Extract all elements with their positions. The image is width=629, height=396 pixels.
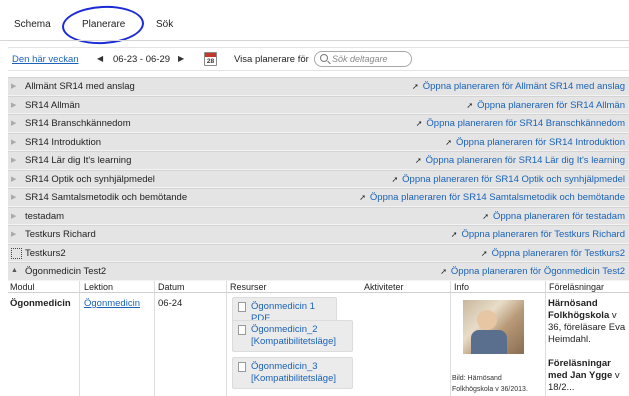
open-arrow-icon: ➚ [359, 193, 366, 202]
this-week-link[interactable]: Den här veckan [12, 54, 79, 65]
planner-name: Testkurs Richard [25, 229, 96, 240]
search-placeholder: Sök deltagare [332, 54, 388, 64]
planner-name: SR14 Optik och synhjälpmedel [25, 173, 155, 185]
planner-name: Ögonmedicin Test2 [25, 266, 107, 277]
expand-icon[interactable]: ▶ [11, 193, 16, 201]
open-arrow-icon: ➚ [466, 100, 474, 110]
planner-list: ▶ Allmänt SR14 med anslag ➚ Öppna planera… [8, 77, 629, 281]
info-photo [463, 300, 524, 354]
resource-link[interactable]: Ögonmedicin_2 [Kompatibilitetsläge] [232, 320, 353, 352]
expand-icon[interactable]: ▶ [11, 230, 16, 238]
column-divider [226, 281, 227, 396]
planner-row[interactable]: ▶ SR14 Introduktion ➚ Öppna planeraren fö… [8, 132, 629, 151]
tab-divider [0, 40, 629, 41]
open-arrow-icon: ➚ [440, 267, 447, 276]
column-divider [450, 281, 451, 396]
search-icon [320, 54, 328, 62]
lektion-link[interactable]: Ögonmedicin [84, 298, 140, 309]
document-icon [238, 302, 246, 312]
lectures-cell: Härnösand Folkhögskola v 36, föreläsare … [548, 298, 626, 393]
info-caption: Bild: Härnösand Folkhögskola v 36/2013. [452, 375, 528, 393]
planner-row[interactable]: ▶ SR14 Lär dig It's learning ➚ Öppna plan… [8, 151, 629, 170]
top-tabs: Schema Planerare Sök [0, 0, 629, 47]
open-planner-link[interactable]: ➚ Öppna planeraren för SR14 Allmän [466, 100, 625, 111]
expand-icon[interactable]: ▶ [11, 82, 16, 90]
open-planner-link[interactable]: ➚ Öppna planeraren för Allmänt SR14 med a… [412, 81, 625, 92]
modul-cell: Ögonmedicin [10, 298, 71, 309]
planner-row[interactable]: ▶ SR14 Samtalsmetodik och bemötande ➚ Öpp… [8, 188, 629, 207]
open-arrow-icon: ➚ [414, 156, 422, 165]
open-planner-link[interactable]: ➚ Öppna planeraren för testadam [482, 211, 625, 222]
open-planner-link[interactable]: ➚ Öppna planeraren för SR14 Samtalsmetodi… [359, 192, 625, 203]
calendar-icon[interactable]: 28 [204, 52, 217, 66]
expand-icon[interactable]: ▶ [11, 212, 16, 220]
open-planner-link[interactable]: ➚ Öppna planeraren för Ögonmedicin Test2 [440, 266, 625, 277]
resource-link[interactable]: Ögonmedicin_3 [Kompatibilitetsläge] [232, 357, 353, 389]
planner-name: SR14 Branschkännedom [25, 118, 131, 129]
planner-name: Allmänt SR14 med anslag [25, 81, 135, 92]
tab-sok[interactable]: Sök [156, 19, 173, 30]
planner-row[interactable]: ▶ SR14 Optik och synhjälpmedel ➚ Öppna pl… [8, 169, 629, 188]
column-divider [79, 281, 80, 396]
column-divider [154, 281, 155, 396]
open-arrow-icon: ➚ [450, 230, 458, 239]
open-planner-link[interactable]: ➚ Öppna planeraren för SR14 Lär dig It's … [415, 155, 625, 166]
open-arrow-icon: ➚ [412, 82, 419, 91]
expand-icon[interactable]: ▶ [11, 156, 16, 164]
header-info: Info [454, 282, 470, 292]
date-range: 06-23 - 06-29 [113, 54, 171, 65]
document-icon [238, 362, 246, 372]
header-aktiviteter: Aktiviteter [364, 282, 404, 292]
expand-icon[interactable]: ▶ [11, 175, 16, 183]
planner-row-expanded[interactable]: ▲ Ögonmedicin Test2 ➚ Öppna planeraren fö… [8, 262, 629, 281]
planner-row-selected[interactable]: Testkurs2 ➚ Öppna planeraren för Testkurs… [8, 243, 629, 262]
planner-name: SR14 Introduktion [25, 136, 102, 148]
open-arrow-icon: ➚ [482, 211, 489, 221]
header-modul: Modul [10, 282, 35, 292]
collapse-icon[interactable]: ▲ [11, 267, 18, 274]
planner-name: testadam [25, 210, 65, 222]
header-lektion: Lektion [84, 282, 114, 292]
open-planner-link[interactable]: ➚ Öppna planeraren för Testkurs Richard [451, 229, 625, 240]
table-header: Modul Lektion Datum Resurser Aktiviteter… [8, 281, 629, 293]
planner-row[interactable]: ▶ Testkurs Richard ➚ Öppna planeraren för… [8, 225, 629, 244]
planner-row[interactable]: ▶ Allmänt SR14 med anslag ➚ Öppna planera… [8, 77, 629, 96]
header-forelasningar: Föreläsningar [549, 282, 605, 292]
open-arrow-icon: ➚ [480, 248, 488, 258]
previous-week-icon[interactable]: ◀ [97, 54, 103, 63]
open-arrow-icon: ➚ [415, 119, 423, 128]
next-week-icon[interactable]: ▶ [178, 54, 184, 63]
planner-row[interactable]: ▶ SR14 Branschkännedom ➚ Öppna planeraren… [8, 114, 629, 133]
show-planner-for-label: Visa planerare för [234, 54, 309, 65]
planner-name: SR14 Lär dig It's learning [25, 155, 132, 166]
participant-search-input[interactable]: Sök deltagare [314, 51, 412, 67]
focus-box [11, 247, 22, 259]
expand-icon[interactable]: ▶ [11, 119, 16, 127]
open-arrow-icon: ➚ [391, 174, 399, 184]
open-planner-link[interactable]: ➚ Öppna planeraren för SR14 Optik och syn… [391, 174, 625, 185]
column-divider [545, 281, 546, 396]
expand-icon[interactable]: ▶ [11, 101, 16, 109]
datum-cell: 06-24 [158, 298, 183, 309]
tab-schema[interactable]: Schema [14, 19, 51, 30]
header-resurser: Resurser [230, 282, 267, 292]
open-planner-link[interactable]: ➚ Öppna planeraren för SR14 Introduktion [445, 137, 625, 148]
open-planner-link[interactable]: ➚ Öppna planeraren för SR14 Branschkänned… [416, 118, 625, 129]
open-planner-link[interactable]: ➚ Öppna planeraren för Testkurs2 [481, 248, 625, 259]
planner-name: SR14 Samtalsmetodik och bemötande [25, 192, 188, 203]
open-arrow-icon: ➚ [445, 137, 452, 147]
planner-row[interactable]: ▶ SR14 Allmän ➚ Öppna planeraren för SR14… [8, 95, 629, 114]
expand-icon[interactable]: ▶ [11, 138, 16, 146]
header-datum: Datum [158, 282, 185, 292]
planner-row[interactable]: ▶ testadam ➚ Öppna planeraren för testada… [8, 206, 629, 225]
planner-name: SR14 Allmän [25, 99, 80, 111]
calendar-day: 28 [206, 58, 215, 65]
planner-name: Testkurs2 [25, 247, 66, 259]
planner-toolbar: Den här veckan ◀ 06-23 - 06-29 ▶ 28 Visa… [8, 47, 629, 71]
document-icon [238, 325, 246, 335]
lesson-table: Modul Lektion Datum Resurser Aktiviteter… [8, 281, 629, 293]
